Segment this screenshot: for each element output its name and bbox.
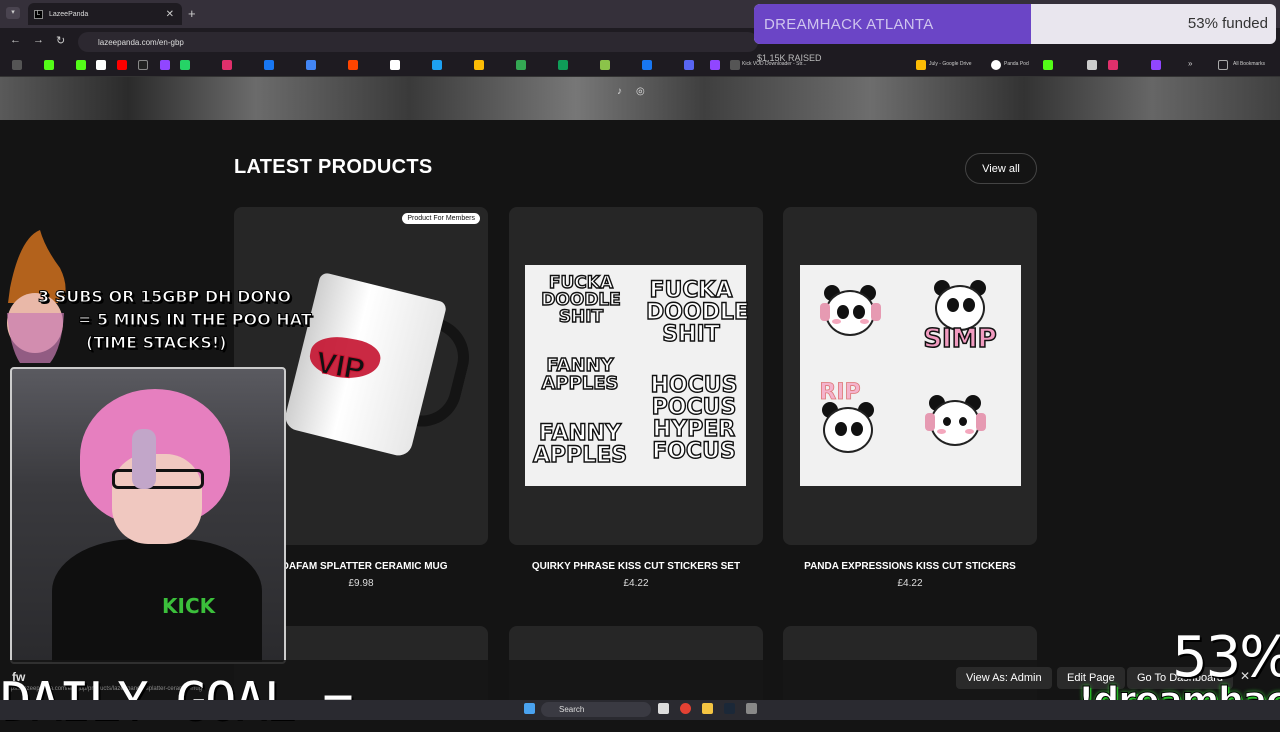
cam-face <box>112 454 202 544</box>
product-name[interactable]: QUIRKY PHRASE KISS CUT STICKERS SET <box>509 561 763 572</box>
x-icon[interactable] <box>96 60 106 70</box>
site-favicon: L <box>34 9 43 19</box>
url-text: lazeepanda.com/en-gbp <box>98 37 184 47</box>
product-name[interactable]: PANDA EXPRESSIONS KISS CUT STICKERS <box>783 561 1037 572</box>
hero-banner <box>0 77 1280 120</box>
cam-shirt <box>52 539 262 662</box>
folder-icon[interactable] <box>1218 60 1228 70</box>
search-label: Search <box>559 705 585 714</box>
bookmark-icon[interactable] <box>600 60 610 70</box>
taskbar-search[interactable]: Search <box>541 702 651 717</box>
download-icon[interactable] <box>730 60 740 70</box>
facebook-icon[interactable] <box>642 60 652 70</box>
bookmark-icon[interactable] <box>684 60 694 70</box>
subs-overlay-text: 3 SUBS OR 15GBP DH DONO = 5 MINS IN THE … <box>38 285 313 355</box>
bookmark-icon[interactable] <box>1108 60 1118 70</box>
subs-line: 3 SUBS OR 15GBP DH DONO <box>38 286 292 306</box>
bookmark-icon[interactable] <box>348 60 358 70</box>
task-view-icon[interactable] <box>658 703 669 714</box>
kick-icon[interactable] <box>44 60 54 70</box>
tab-title: LazeePanda <box>49 10 89 18</box>
back-icon[interactable]: ← <box>10 34 21 46</box>
tab-lazeepanda[interactable]: L LazeePanda ✕ <box>28 3 182 25</box>
view-all-button[interactable]: View all <box>965 153 1037 184</box>
cam-headset <box>132 429 156 489</box>
sticker-phrase: FANNY APPLES <box>541 355 619 394</box>
tiktok-icon[interactable] <box>138 60 148 70</box>
close-tab-icon[interactable]: ✕ <box>166 9 174 20</box>
address-bar[interactable]: lazeepanda.com/en-gbp <box>78 32 758 52</box>
twitch-icon[interactable] <box>1151 60 1161 70</box>
cam-glasses <box>112 469 204 489</box>
webcam-frame: KICK <box>10 367 286 664</box>
bookmark-july-drive[interactable]: July - Google Drive <box>929 61 972 67</box>
instagram-icon[interactable]: ◎ <box>636 86 645 97</box>
sticker-phrase: HOCUS POCUS HYPER FOCUS <box>650 373 738 464</box>
sticker-phrase: FANNY APPLES <box>532 421 628 468</box>
subs-line: = 5 MINS IN THE POO HAT <box>78 310 313 330</box>
twitch-icon[interactable] <box>160 60 170 70</box>
rip-text: RIP <box>819 380 861 405</box>
all-bookmarks[interactable]: All Bookmarks <box>1233 61 1265 67</box>
view-as-admin-button[interactable]: View As: Admin <box>956 667 1052 689</box>
bookmark-icon[interactable] <box>306 60 316 70</box>
panda-cute-sticker <box>925 395 986 450</box>
bookmark-icon[interactable] <box>558 60 568 70</box>
social-links: ♪ ◎ <box>617 86 645 97</box>
youtube-icon[interactable] <box>117 60 127 70</box>
forward-icon[interactable]: → <box>33 34 44 46</box>
bookmark-icon[interactable] <box>1043 60 1053 70</box>
dreamhack-title: DREAMHACK ATLANTA <box>764 16 934 33</box>
product-price: £4.22 <box>623 578 649 589</box>
app-icon[interactable] <box>746 703 757 714</box>
instagram-icon[interactable] <box>222 60 232 70</box>
file-explorer-icon[interactable] <box>702 703 713 714</box>
kick-icon[interactable] <box>76 60 86 70</box>
section-title: LATEST PRODUCTS <box>234 156 433 178</box>
panda-icon[interactable] <box>991 60 1001 70</box>
bookmark-icon[interactable] <box>710 60 720 70</box>
steam-icon[interactable] <box>724 703 735 714</box>
reload-icon[interactable]: ↻ <box>56 34 65 47</box>
tiktok-icon[interactable]: ♪ <box>617 86 622 97</box>
apps-icon[interactable] <box>12 60 22 70</box>
bookmark-icon[interactable] <box>516 60 526 70</box>
meta-icon[interactable] <box>264 60 274 70</box>
members-badge: Product For Members <box>402 213 480 224</box>
bookmark-icon[interactable] <box>474 60 484 70</box>
panda-rip-sticker <box>818 402 878 457</box>
product-price: £4.22 <box>897 578 923 589</box>
more-bookmarks-icon[interactable]: » <box>1188 59 1192 68</box>
windows-start-icon[interactable] <box>524 703 535 714</box>
raised-text: $1,15K RAISED <box>757 53 822 63</box>
bookmark-icon[interactable] <box>1087 60 1097 70</box>
whatsapp-icon[interactable] <box>180 60 190 70</box>
simp-text: SIMP <box>923 324 998 354</box>
panda-headphones-sticker <box>820 285 881 340</box>
dreamhack-progress-bar: DREAMHACK ATLANTA 53% funded <box>754 4 1276 44</box>
subs-line: (TIME STACKS!) <box>86 333 227 353</box>
google-drive-icon[interactable] <box>916 60 926 70</box>
dreamhack-funded: 53% funded <box>1187 15 1268 32</box>
bookmark-icon[interactable] <box>390 60 400 70</box>
cam-kick-logo: KICK <box>162 594 216 618</box>
sticker-phrase: FUCKA DOODLE SHIT <box>541 273 622 327</box>
tab-search-button[interactable]: ▾ <box>6 7 20 19</box>
sticker-phrase: FUCKA DOODLE SHIT <box>645 278 749 347</box>
bookmark-icon[interactable] <box>432 60 442 70</box>
new-tab-button[interactable]: + <box>188 6 196 21</box>
chrome-icon[interactable] <box>680 703 691 714</box>
bookmark-panda-pod[interactable]: Panda Pod <box>1004 61 1029 67</box>
